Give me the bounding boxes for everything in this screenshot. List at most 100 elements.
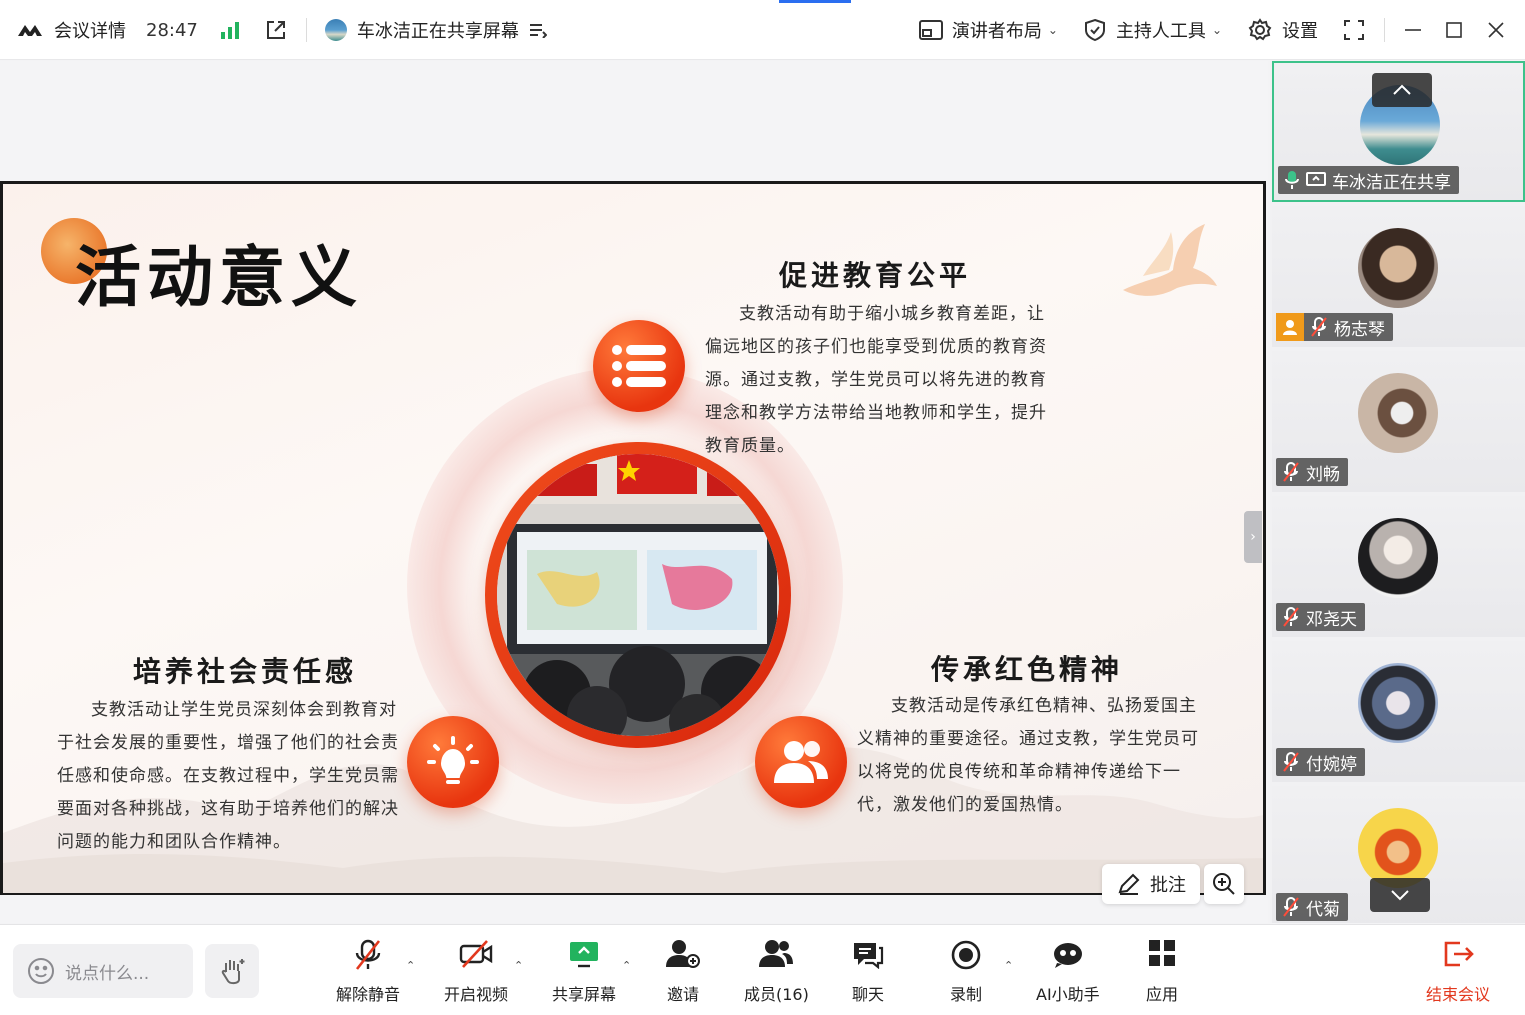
participant-tile[interactable]: 车冰洁正在共享 [1272,61,1525,202]
presentation-slide: 活动意义 促进教育公平 支教活动有助于缩小城乡教育差距，让偏远地区的孩子们也能享… [0,181,1266,895]
chevron-up-icon[interactable]: ⌃ [622,959,631,972]
apps-button[interactable]: 应用 [1146,939,1178,1005]
start-video-button[interactable]: 开启视频 [444,939,508,1005]
participant-tile[interactable]: 付婉婷 [1272,641,1525,782]
participant-nametag: 邓尧天 [1276,603,1365,631]
avatar [1358,518,1438,598]
host-badge-icon [1276,313,1304,341]
avatar [1358,808,1438,888]
chat-icon [854,943,884,969]
participant-nametag: 车冰洁正在共享 [1278,166,1459,194]
participant-tile[interactable]: 邓尧天 [1272,496,1525,637]
end-meeting-button[interactable]: 结束会议 [1426,939,1490,1005]
meeting-details-button[interactable]: 会议详情 [16,17,126,43]
settings-button[interactable]: 设置 [1248,17,1318,43]
participant-tile[interactable]: 杨志琴 [1272,206,1525,347]
host-tools-dropdown[interactable]: 主持人工具 ⌄ [1084,17,1222,43]
unmute-label: 解除静音 [336,985,401,1004]
chevron-up-icon[interactable]: ⌃ [406,959,415,972]
section-title: 传承红色精神 [931,653,1124,686]
lightbulb-icon [427,736,479,784]
pen-icon [1118,873,1140,895]
participant-tile[interactable]: 刘畅 [1272,351,1525,492]
scroll-up-button[interactable] [1372,73,1432,107]
apps-grid-icon [1149,940,1175,966]
quick-chat-input[interactable]: 说点什么... [13,944,193,998]
microphone-muted-icon [1283,897,1299,917]
record-button[interactable]: 录制 [950,939,982,1005]
people-icon-orb [755,716,847,808]
chat-label: 聊天 [852,985,885,1004]
dove-icon [1123,224,1217,296]
chevron-up-icon[interactable]: ⌃ [514,959,523,972]
pop-out-icon[interactable] [264,18,288,42]
microphone-muted-icon [1311,317,1327,337]
avatar [1358,373,1438,453]
settings-label: 设置 [1282,21,1318,42]
chat-placeholder: 说点什么... [65,963,150,984]
close-icon[interactable] [1487,21,1505,39]
list-icon [612,345,666,387]
participant-name: 代菊 [1306,899,1340,920]
section-body: 支教活动让学生党员深刻体会到教育对于社会发展的重要性，增强了他们的社会责任感和使… [57,700,399,852]
scroll-down-button[interactable] [1370,878,1430,912]
participant-tile[interactable]: 代菊 [1272,786,1525,923]
people-icon [759,940,794,967]
list-icon-orb [593,320,685,412]
lightbulb-icon-orb [407,716,499,808]
invite-button[interactable]: 邀请 [666,939,700,1005]
chevron-right-icon: › [1250,529,1256,545]
collapse-panel-button[interactable]: › [1244,511,1262,563]
annotate-button[interactable]: 批注 [1102,864,1200,904]
participant-name: 邓尧天 [1306,609,1357,630]
unmute-button[interactable]: 解除静音 [336,939,400,1005]
divider [305,18,307,42]
avatar [1358,663,1438,743]
record-icon [951,940,981,970]
fullscreen-icon[interactable] [1342,18,1366,42]
sharer-avatar [324,19,347,41]
zoom-in-icon [1213,873,1235,895]
layout-dropdown[interactable]: 演讲者布局 ⌄ [918,17,1058,43]
chat-button[interactable]: 聊天 [852,939,884,1005]
chevron-down-icon: ⌄ [1211,23,1222,37]
ai-assistant-button[interactable]: AI小助手 [1036,939,1100,1005]
sharing-status-label: 车冰洁正在共享屏幕 [356,21,519,42]
network-signal-icon[interactable] [220,20,242,40]
screen-share-icon [570,942,598,968]
screen-share-icon [1306,172,1326,186]
zoom-in-button[interactable] [1204,864,1244,904]
layout-label: 演讲者布局 [951,21,1042,42]
share-screen-button[interactable]: 共享屏幕 [552,939,616,1005]
start-video-label: 开启视频 [444,985,509,1004]
people-icon [774,741,828,783]
emoji-icon [28,958,54,984]
raise-hand-button[interactable] [205,944,259,998]
microphone-muted-icon [1283,462,1299,482]
classroom-photo [497,454,779,736]
minimize-icon[interactable] [1403,20,1423,40]
members-button[interactable]: 成员(16) [744,939,809,1005]
classroom-photo-frame [485,442,791,748]
meeting-details-label: 会议详情 [54,21,126,42]
invite-label: 邀请 [666,985,699,1004]
participant-nametag: 杨志琴 [1276,313,1393,341]
participant-nametag: 刘畅 [1276,458,1348,486]
divider [1384,18,1385,42]
sharing-status[interactable]: 车冰洁正在共享屏幕 [324,17,547,43]
end-meeting-label: 结束会议 [1426,985,1491,1004]
bottom-toolbar: 说点什么... 解除静音 ⌃ 开启视频 ⌃ 共享屏幕 ⌃ 邀请 成员(16) 聊… [0,924,1525,1015]
shared-screen-stage: 活动意义 促进教育公平 支教活动有助于缩小城乡教育差距，让偏远地区的孩子们也能享… [0,61,1268,923]
ai-assistant-label: AI小助手 [1036,985,1100,1004]
members-label: 成员(16) [744,985,809,1004]
camera-off-icon [459,940,493,968]
meeting-timer: 28:47 [146,19,198,41]
layout-icon [918,20,943,40]
maximize-icon[interactable] [1445,21,1463,39]
annotate-label: 批注 [1150,875,1186,896]
section-body: 支教活动有助于缩小城乡教育差距，让偏远地区的孩子们也能享受到优质的教育资源。通过… [705,304,1047,456]
tab-indicator [779,0,851,3]
chevron-up-icon[interactable]: ⌃ [1004,959,1013,972]
microphone-muted-icon [1283,607,1299,627]
microphone-icon [1285,171,1299,189]
